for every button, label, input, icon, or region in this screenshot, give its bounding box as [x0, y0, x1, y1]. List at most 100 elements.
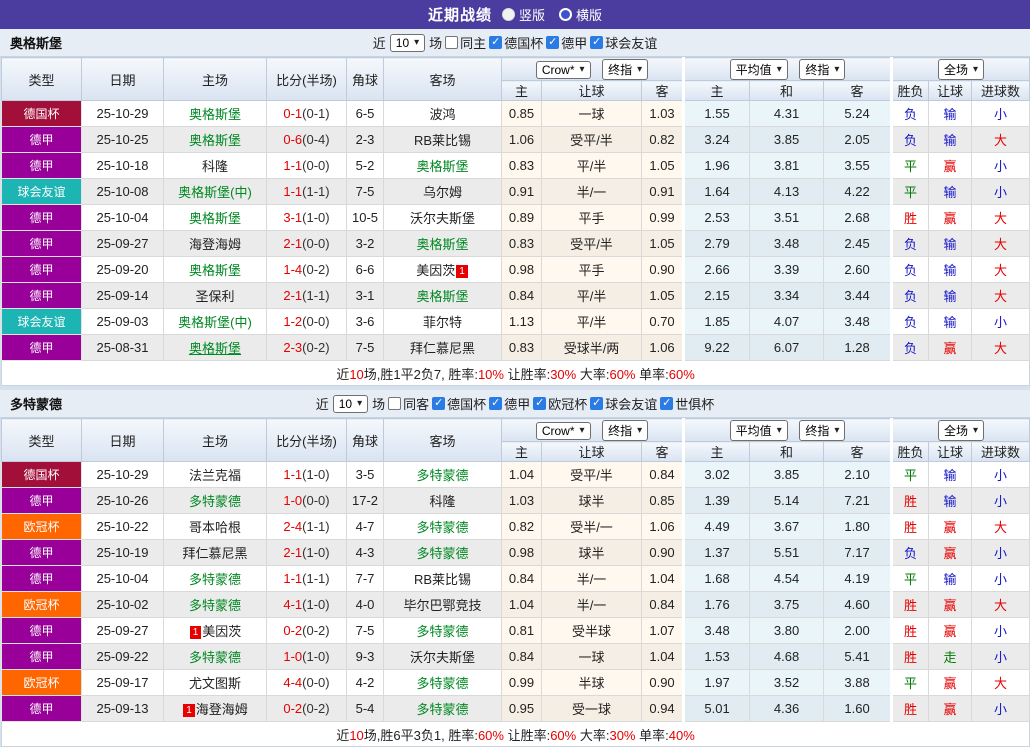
section-dortmund: 多特蒙德 近 10 ▾ 场 同客 ✓ 德国杯 ✓ 德甲 ✓ 欧冠杯 ✓ 球会友谊 ✓ 世俱杯 [0, 390, 1030, 747]
same-venue-filter[interactable]: 同客 [388, 394, 429, 413]
radio-unselected-icon[interactable] [559, 8, 572, 21]
result-handicap: 输 [928, 565, 973, 592]
avg-final-select[interactable]: 终指 ▾ [799, 419, 846, 441]
odds-company-value: Crow* [541, 423, 575, 438]
away-team[interactable]: 多特蒙德 [383, 513, 502, 540]
checkbox-checked[interactable]: ✓ [546, 36, 560, 49]
away-team[interactable]: 多特蒙德 [383, 461, 502, 488]
odds-company-header: Crow* ▾ 终指 ▾ [500, 57, 685, 81]
odds-handicap: 平手 [541, 204, 642, 231]
odds-away: 1.05 [640, 152, 685, 179]
league-filter[interactable]: ✓ 德甲 [546, 33, 587, 52]
checkbox-checked[interactable]: ✓ [590, 397, 604, 410]
odds-away: 0.90 [640, 539, 685, 566]
match-count-select[interactable]: 10 ▾ [389, 33, 426, 52]
league-filter-label: 球会友谊 [605, 397, 658, 412]
home-team[interactable]: 奥格斯堡 [163, 126, 267, 153]
avg-home: 2.53 [682, 204, 751, 231]
score-cell: 1-1(1-1) [266, 565, 347, 592]
checkbox-checked[interactable]: ✓ [432, 397, 446, 410]
league-filter[interactable]: ✓ 德国杯 [489, 33, 543, 52]
chevron-down-icon: ▾ [776, 424, 782, 436]
odds-home: 0.84 [501, 565, 542, 592]
away-team-name: 沃尔夫斯堡 [409, 211, 475, 226]
avg-odds-header: 平均值 ▾ 终指 ▾ [682, 57, 893, 81]
radio-horizontal-layout[interactable]: 横版 [559, 5, 602, 24]
odds-home: 0.83 [501, 152, 542, 179]
away-team[interactable]: 多特蒙德 [383, 539, 502, 566]
avg-home: 1.39 [682, 487, 751, 514]
avg-draw: 3.85 [749, 126, 825, 153]
checkbox-unchecked[interactable] [445, 36, 459, 49]
checkbox-checked[interactable]: ✓ [489, 36, 503, 49]
checkbox-unchecked[interactable] [388, 397, 402, 410]
away-team[interactable]: 奥格斯堡 [383, 152, 502, 179]
score-cell: 0-2(0-2) [266, 695, 347, 722]
match-date: 25-09-20 [81, 256, 164, 283]
scope-select[interactable]: 全场 ▾ [938, 419, 985, 441]
home-team[interactable]: 奥格斯堡 [163, 204, 267, 231]
odds-company-value: Crow* [541, 62, 575, 77]
corner-count: 4-3 [346, 539, 384, 566]
league-filter[interactable]: ✓ 德国杯 [432, 394, 486, 413]
away-team[interactable]: 多特蒙德 [383, 695, 502, 722]
home-team-name: 奥格斯堡 [188, 263, 241, 278]
odds-company-select[interactable]: Crow* ▾ [535, 60, 591, 79]
away-team[interactable]: 多特蒙德 [383, 669, 502, 696]
home-team[interactable]: 奥格斯堡(中) [163, 178, 267, 205]
home-team[interactable]: 奥格斯堡(中) [163, 308, 267, 335]
home-team[interactable]: 多特蒙德 [163, 487, 267, 514]
match-count-select[interactable]: 10 ▾ [332, 394, 369, 413]
avg-final-select[interactable]: 终指 ▾ [799, 58, 846, 80]
avg-select[interactable]: 平均值 ▾ [729, 419, 788, 441]
home-team[interactable]: 奥格斯堡 [163, 256, 267, 283]
away-team[interactable]: 奥格斯堡 [383, 282, 502, 309]
home-team[interactable]: 多特蒙德 [163, 565, 267, 592]
odds-handicap: 受平/半 [541, 126, 642, 153]
checkbox-checked[interactable]: ✓ [660, 397, 674, 410]
home-team[interactable]: 多特蒙德 [163, 643, 267, 670]
away-team[interactable]: 奥格斯堡 [383, 230, 502, 257]
checkbox-checked[interactable]: ✓ [533, 397, 547, 410]
match-date: 25-09-22 [81, 643, 164, 670]
radio-selected-icon[interactable] [501, 8, 515, 21]
checkbox-checked[interactable]: ✓ [590, 36, 604, 49]
col-avg-home: 主 [682, 441, 751, 462]
team-name: 多特蒙德 [10, 397, 63, 412]
away-team[interactable]: 多特蒙德 [383, 617, 502, 644]
summary-segment: 场,胜6平3负1, 胜率: [363, 727, 478, 743]
home-team-name: 奥格斯堡(中) [178, 315, 252, 330]
corner-count: 3-2 [346, 230, 384, 257]
odds-home: 1.04 [501, 461, 542, 488]
fulltime-score: 2-3 [283, 340, 303, 355]
league-filter[interactable]: ✓ 球会友谊 [590, 394, 657, 413]
match-row: 德甲 25-09-22 多特蒙德 1-0(1-0) 9-3 沃尔夫斯堡 0.84 一球 1.04… [1, 643, 1030, 670]
avg-home: 2.79 [682, 230, 751, 257]
scope-select[interactable]: 全场 ▾ [938, 58, 985, 80]
halftime-score: (0-0) [302, 675, 330, 690]
chevron-down-icon: ▾ [834, 63, 840, 75]
home-team[interactable]: 奥格斯堡 [163, 334, 267, 361]
odds-final-select[interactable]: 终指 ▾ [602, 58, 649, 80]
radio-vertical-layout[interactable]: 竖版 [501, 5, 545, 24]
away-team-name: RB莱比锡 [413, 133, 472, 148]
league-filter-label: 球会友谊 [605, 36, 658, 51]
odds-company-header: Crow* ▾ 终指 ▾ [500, 418, 685, 442]
league-filter[interactable]: ✓ 德甲 [489, 394, 530, 413]
odds-final-select[interactable]: 终指 ▾ [602, 419, 649, 441]
home-team[interactable]: 多特蒙德 [163, 591, 267, 618]
checkbox-checked[interactable]: ✓ [489, 397, 503, 410]
league-filter[interactable]: ✓ 球会友谊 [590, 33, 657, 52]
league-filter[interactable]: ✓ 世俱杯 [660, 394, 714, 413]
home-team[interactable]: 奥格斯堡 [163, 100, 267, 127]
odds-home: 0.91 [501, 178, 542, 205]
avg-away: 5.41 [823, 643, 893, 670]
league-filter[interactable]: ✓ 欧冠杯 [533, 394, 587, 413]
halftime-score: (1-0) [302, 545, 330, 560]
same-venue-filter[interactable]: 同主 [445, 33, 486, 52]
match-row: 德甲 25-10-26 多特蒙德 1-0(0-0) 17-2 科隆 1.03 球半 0.85 1.… [1, 487, 1030, 514]
avg-select[interactable]: 平均值 ▾ [729, 58, 788, 80]
odds-company-select[interactable]: Crow* ▾ [535, 421, 591, 440]
fulltime-score: 2-1 [283, 288, 303, 303]
odds-final-value: 终指 [608, 62, 633, 77]
